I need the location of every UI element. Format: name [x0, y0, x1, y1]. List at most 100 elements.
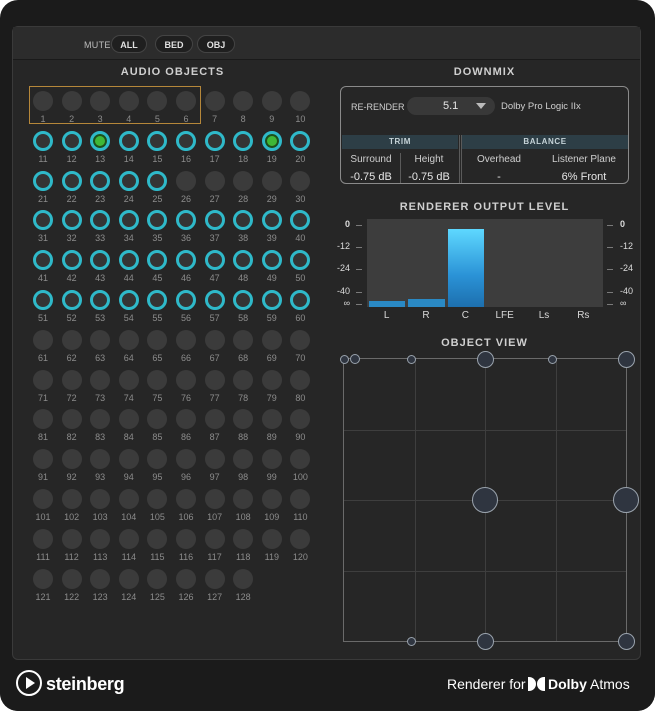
audio-object-64[interactable] [118, 329, 139, 350]
audio-object-28[interactable] [233, 170, 254, 191]
audio-object-77[interactable] [204, 369, 225, 390]
audio-object-118[interactable] [233, 528, 254, 549]
audio-object-30[interactable] [290, 170, 311, 191]
audio-object-32[interactable] [61, 210, 82, 231]
audio-object-75[interactable] [147, 369, 168, 390]
audio-object-47[interactable] [204, 250, 225, 271]
audio-object-12[interactable] [61, 130, 82, 151]
audio-object-112[interactable] [61, 528, 82, 549]
balance-listener-plane-value[interactable]: 6% Front [539, 171, 629, 183]
audio-object-69[interactable] [261, 329, 282, 350]
audio-object-11[interactable] [33, 130, 53, 151]
audio-object-number: 113 [93, 551, 108, 562]
audio-object-82[interactable] [61, 409, 82, 430]
audio-object-42[interactable] [61, 250, 82, 271]
audio-object-number: 93 [95, 472, 106, 483]
audio-object-99[interactable] [261, 449, 282, 470]
trim-surround-value[interactable]: -0.75 dB [343, 171, 399, 183]
audio-object-18[interactable] [233, 130, 254, 151]
audio-object-56[interactable] [176, 290, 196, 310]
audio-object-80[interactable] [290, 369, 311, 390]
audio-object-104[interactable] [118, 489, 139, 509]
audio-object-25[interactable] [147, 170, 168, 191]
mute-obj-button[interactable]: OBJ [197, 35, 235, 53]
audio-object-78[interactable] [233, 369, 254, 390]
rerender-format-select[interactable]: 5.1 [407, 97, 495, 115]
audio-object-51[interactable] [33, 290, 53, 310]
audio-object-14[interactable] [118, 130, 139, 151]
audio-object-number: 99 [266, 472, 277, 483]
audio-object-111[interactable] [33, 528, 53, 549]
level-bar-L [369, 301, 406, 307]
audio-object-17[interactable] [204, 130, 225, 151]
audio-object-124[interactable] [118, 568, 139, 589]
audio-object-44[interactable] [118, 250, 139, 271]
audio-object-54[interactable] [118, 290, 139, 310]
audio-object-126[interactable] [176, 568, 196, 589]
audio-object-122[interactable] [61, 568, 82, 589]
audio-object-123[interactable] [90, 568, 111, 589]
audio-object-number: 94 [123, 472, 134, 483]
trim-height-value[interactable]: -0.75 dB [401, 171, 457, 183]
audio-object-26[interactable] [176, 170, 196, 191]
audio-object-22[interactable] [61, 170, 82, 191]
audio-object-29[interactable] [261, 170, 282, 191]
audio-object-number: 18 [238, 153, 249, 164]
audio-object-16[interactable] [176, 130, 196, 151]
audio-object-13[interactable] [90, 130, 111, 151]
audio-object-113[interactable] [90, 528, 111, 549]
audio-object-number: 33 [95, 233, 106, 244]
audio-object-9[interactable] [261, 91, 282, 111]
audio-object-87[interactable] [204, 409, 225, 430]
audio-object-128[interactable] [233, 568, 254, 589]
audio-object-number: 17 [209, 153, 220, 164]
audio-object-101[interactable] [33, 489, 53, 509]
audio-object-117[interactable] [204, 528, 225, 549]
audio-object-119[interactable] [261, 528, 282, 549]
audio-object-24[interactable] [118, 170, 139, 191]
audio-object-7[interactable] [204, 91, 225, 111]
audio-object-127[interactable] [204, 568, 225, 589]
audio-object-61[interactable] [33, 329, 53, 350]
audio-object-27[interactable] [204, 170, 225, 191]
audio-object-number: 101 [35, 512, 51, 522]
audio-object-76[interactable] [176, 369, 196, 390]
audio-object-106[interactable] [176, 489, 196, 509]
audio-object-107[interactable] [204, 489, 225, 509]
audio-object-94[interactable] [118, 449, 139, 470]
audio-object-97[interactable] [204, 449, 225, 470]
rerender-label: RE-RENDER [351, 102, 405, 112]
audio-object-19[interactable] [261, 130, 282, 151]
audio-object-67[interactable] [204, 329, 225, 350]
audio-object-71[interactable] [33, 369, 53, 390]
speaker-marker [613, 487, 639, 513]
audio-object-125[interactable] [147, 568, 168, 589]
audio-object-79[interactable] [261, 369, 282, 390]
audio-object-121[interactable] [33, 568, 53, 589]
audio-object-37[interactable] [204, 210, 225, 231]
audio-object-59[interactable] [261, 290, 282, 310]
audio-object-66[interactable] [176, 329, 196, 350]
mute-all-button[interactable]: ALL [111, 35, 147, 53]
audio-object-52[interactable] [61, 290, 82, 310]
audio-object-116[interactable] [176, 528, 196, 549]
audio-object-74[interactable] [118, 369, 139, 390]
audio-object-63[interactable] [90, 329, 111, 350]
audio-object-49[interactable] [261, 250, 282, 271]
audio-object-62[interactable] [61, 329, 82, 350]
audio-object-23[interactable] [90, 170, 111, 191]
mute-bed-button[interactable]: BED [155, 35, 193, 53]
audio-object-92[interactable] [61, 449, 82, 470]
audio-object-68[interactable] [233, 329, 254, 350]
audio-object-72[interactable] [61, 369, 82, 390]
audio-object-73[interactable] [90, 369, 111, 390]
audio-object-109[interactable] [261, 489, 282, 509]
object-view-canvas[interactable] [339, 350, 639, 650]
audio-object-102[interactable] [61, 489, 82, 509]
audio-object-114[interactable] [118, 528, 139, 549]
audio-object-57[interactable] [204, 290, 225, 310]
audio-object-number: 21 [37, 193, 48, 204]
audio-object-number: 92 [66, 472, 77, 483]
balance-overhead-value[interactable]: - [463, 171, 535, 183]
audio-object-21[interactable] [33, 170, 53, 191]
